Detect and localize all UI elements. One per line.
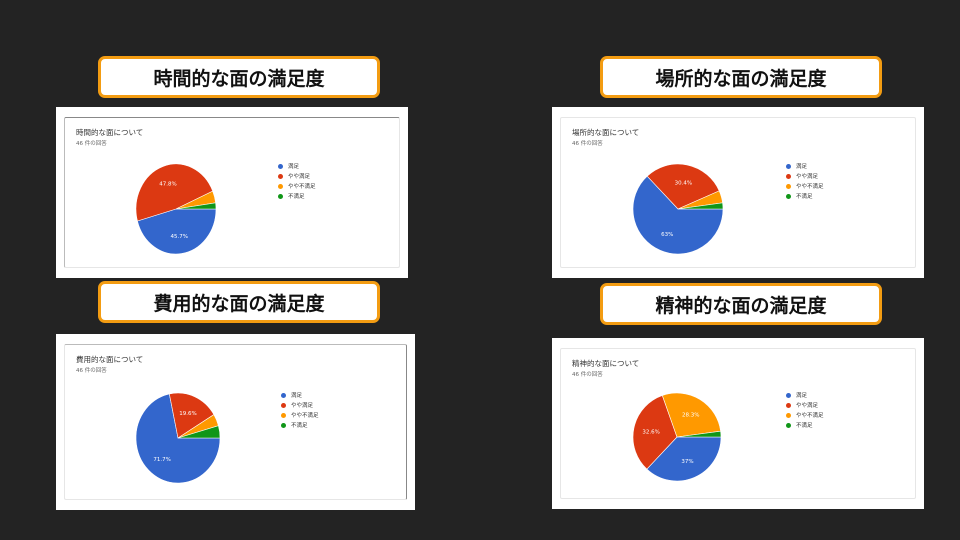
legend-label-dissatisfied: 不満足 (796, 423, 813, 429)
slice-label-somewhat-satisfied: 30.4% (675, 181, 692, 187)
chart-title-place: 場所的な面について (572, 128, 640, 137)
legend-label-satisfied: 満足 (796, 393, 808, 399)
chart-subtitle-cost: 46 件の回答 (76, 368, 107, 374)
banner-mental-text: 精神的な面の満足度 (655, 294, 827, 317)
legend-label-somewhat-dissatisfied: やや不満足 (291, 413, 319, 419)
legend-mental: 満足やや満足やや不満足不満足 (786, 390, 824, 430)
legend-item-satisfied: 満足 (786, 390, 824, 400)
slice-label-satisfied: 45.7% (170, 234, 187, 240)
legend-swatch-dissatisfied (281, 422, 286, 428)
legend-swatch-dissatisfied (278, 193, 283, 199)
chart-card-cost: 費用的な面について 46 件の回答 71.7% 19.6% 満足やや満足やや不満足… (56, 334, 415, 510)
legend-swatch-somewhat-satisfied (786, 173, 791, 179)
legend-item-somewhat-dissatisfied: やや不満足 (786, 181, 824, 191)
banner-place: 場所的な面の満足度 (600, 56, 882, 98)
legend-item-somewhat-satisfied: やや満足 (278, 171, 316, 181)
legend-item-somewhat-dissatisfied: やや不満足 (786, 410, 824, 420)
legend-label-somewhat-dissatisfied: やや不満足 (796, 184, 824, 190)
legend-swatch-somewhat-satisfied (786, 402, 791, 408)
slice-label-satisfied: 71.7% (153, 457, 170, 463)
banner-place-text: 場所的な面の満足度 (655, 67, 827, 90)
legend-item-somewhat-satisfied: やや満足 (786, 400, 824, 410)
chart-card-cost-frame (64, 344, 407, 500)
legend-label-satisfied: 満足 (288, 164, 300, 170)
chart-subtitle-place: 46 件の回答 (572, 141, 603, 147)
legend-label-somewhat-satisfied: やや満足 (288, 174, 311, 180)
slice-label-somewhat-satisfied: 32.6% (642, 430, 659, 436)
legend-swatch-somewhat-satisfied (281, 402, 286, 408)
banner-cost-text: 費用的な面の満足度 (153, 292, 325, 315)
legend-label-somewhat-dissatisfied: やや不満足 (288, 184, 316, 190)
legend-item-dissatisfied: 不満足 (786, 191, 824, 201)
legend-time: 満足やや満足やや不満足不満足 (278, 161, 316, 201)
legend-item-satisfied: 満足 (278, 161, 316, 171)
legend-item-somewhat-dissatisfied: やや不満足 (281, 410, 319, 420)
slice-label-somewhat-satisfied: 47.8% (159, 182, 176, 188)
legend-label-somewhat-satisfied: やや満足 (291, 403, 314, 409)
slice-label-somewhat-dissatisfied: 28.3% (682, 412, 699, 418)
chart-card-place: 場所的な面について 46 件の回答 63% 30.4% 満足やや満足やや不満足不満… (552, 107, 924, 278)
chart-card-place-frame (560, 117, 916, 268)
legend-swatch-satisfied (786, 392, 791, 398)
banner-mental: 精神的な面の満足度 (600, 283, 882, 325)
chart-card-time: 時間的な面について 46 件の回答 45.7% 47.8% 満足やや満足やや不満足… (56, 107, 408, 278)
pie-chart-place: 63% 30.4% (632, 163, 724, 255)
chart-title-mental: 精神的な面について (572, 359, 640, 368)
legend-swatch-dissatisfied (786, 422, 791, 428)
legend-swatch-somewhat-dissatisfied (786, 183, 791, 189)
legend-label-somewhat-satisfied: やや満足 (796, 403, 819, 409)
chart-subtitle-time: 46 件の回答 (76, 141, 107, 147)
chart-card-mental: 精神的な面について 46 件の回答 37% 32.6% 28.3% 満足やや満足やや… (552, 338, 924, 509)
chart-card-mental-frame (560, 348, 916, 499)
pie-chart-cost: 71.7% 19.6% (135, 392, 221, 484)
slice-label-somewhat-satisfied: 19.6% (179, 411, 196, 417)
legend-swatch-dissatisfied (786, 193, 791, 199)
chart-card-time-frame (64, 117, 400, 268)
legend-item-dissatisfied: 不満足 (786, 420, 824, 430)
legend-label-dissatisfied: 不満足 (291, 423, 308, 429)
legend-label-somewhat-satisfied: やや満足 (796, 174, 819, 180)
legend-place: 満足やや満足やや不満足不満足 (786, 161, 824, 201)
chart-title-time: 時間的な面について (76, 128, 144, 137)
legend-item-dissatisfied: 不満足 (278, 191, 316, 201)
legend-item-dissatisfied: 不満足 (281, 420, 319, 430)
legend-label-somewhat-dissatisfied: やや不満足 (796, 413, 824, 419)
chart-title-cost: 費用的な面について (76, 355, 144, 364)
chart-subtitle-mental: 46 件の回答 (572, 372, 603, 378)
pie-chart-time: 45.7% 47.8% (135, 163, 217, 255)
legend-label-dissatisfied: 不満足 (288, 194, 305, 200)
legend-label-satisfied: 満足 (796, 164, 808, 170)
legend-item-satisfied: 満足 (281, 390, 319, 400)
legend-item-satisfied: 満足 (786, 161, 824, 171)
legend-swatch-satisfied (278, 163, 283, 169)
legend-cost: 満足やや満足やや不満足不満足 (281, 390, 319, 430)
legend-swatch-satisfied (281, 392, 286, 398)
pie-chart-mental: 37% 32.6% 28.3% (632, 392, 722, 482)
legend-item-somewhat-satisfied: やや満足 (281, 400, 319, 410)
banner-cost: 費用的な面の満足度 (98, 281, 380, 323)
legend-swatch-satisfied (786, 163, 791, 169)
legend-swatch-somewhat-satisfied (278, 173, 283, 179)
legend-swatch-somewhat-dissatisfied (786, 412, 791, 418)
legend-item-somewhat-satisfied: やや満足 (786, 171, 824, 181)
slice-label-satisfied: 37% (681, 459, 693, 465)
legend-swatch-somewhat-dissatisfied (281, 412, 286, 418)
banner-time: 時間的な面の満足度 (98, 56, 380, 98)
legend-item-somewhat-dissatisfied: やや不満足 (278, 181, 316, 191)
legend-swatch-somewhat-dissatisfied (278, 183, 283, 189)
slice-label-satisfied: 63% (661, 232, 673, 238)
legend-label-dissatisfied: 不満足 (796, 194, 813, 200)
banner-time-text: 時間的な面の満足度 (153, 67, 325, 90)
legend-label-satisfied: 満足 (291, 393, 303, 399)
